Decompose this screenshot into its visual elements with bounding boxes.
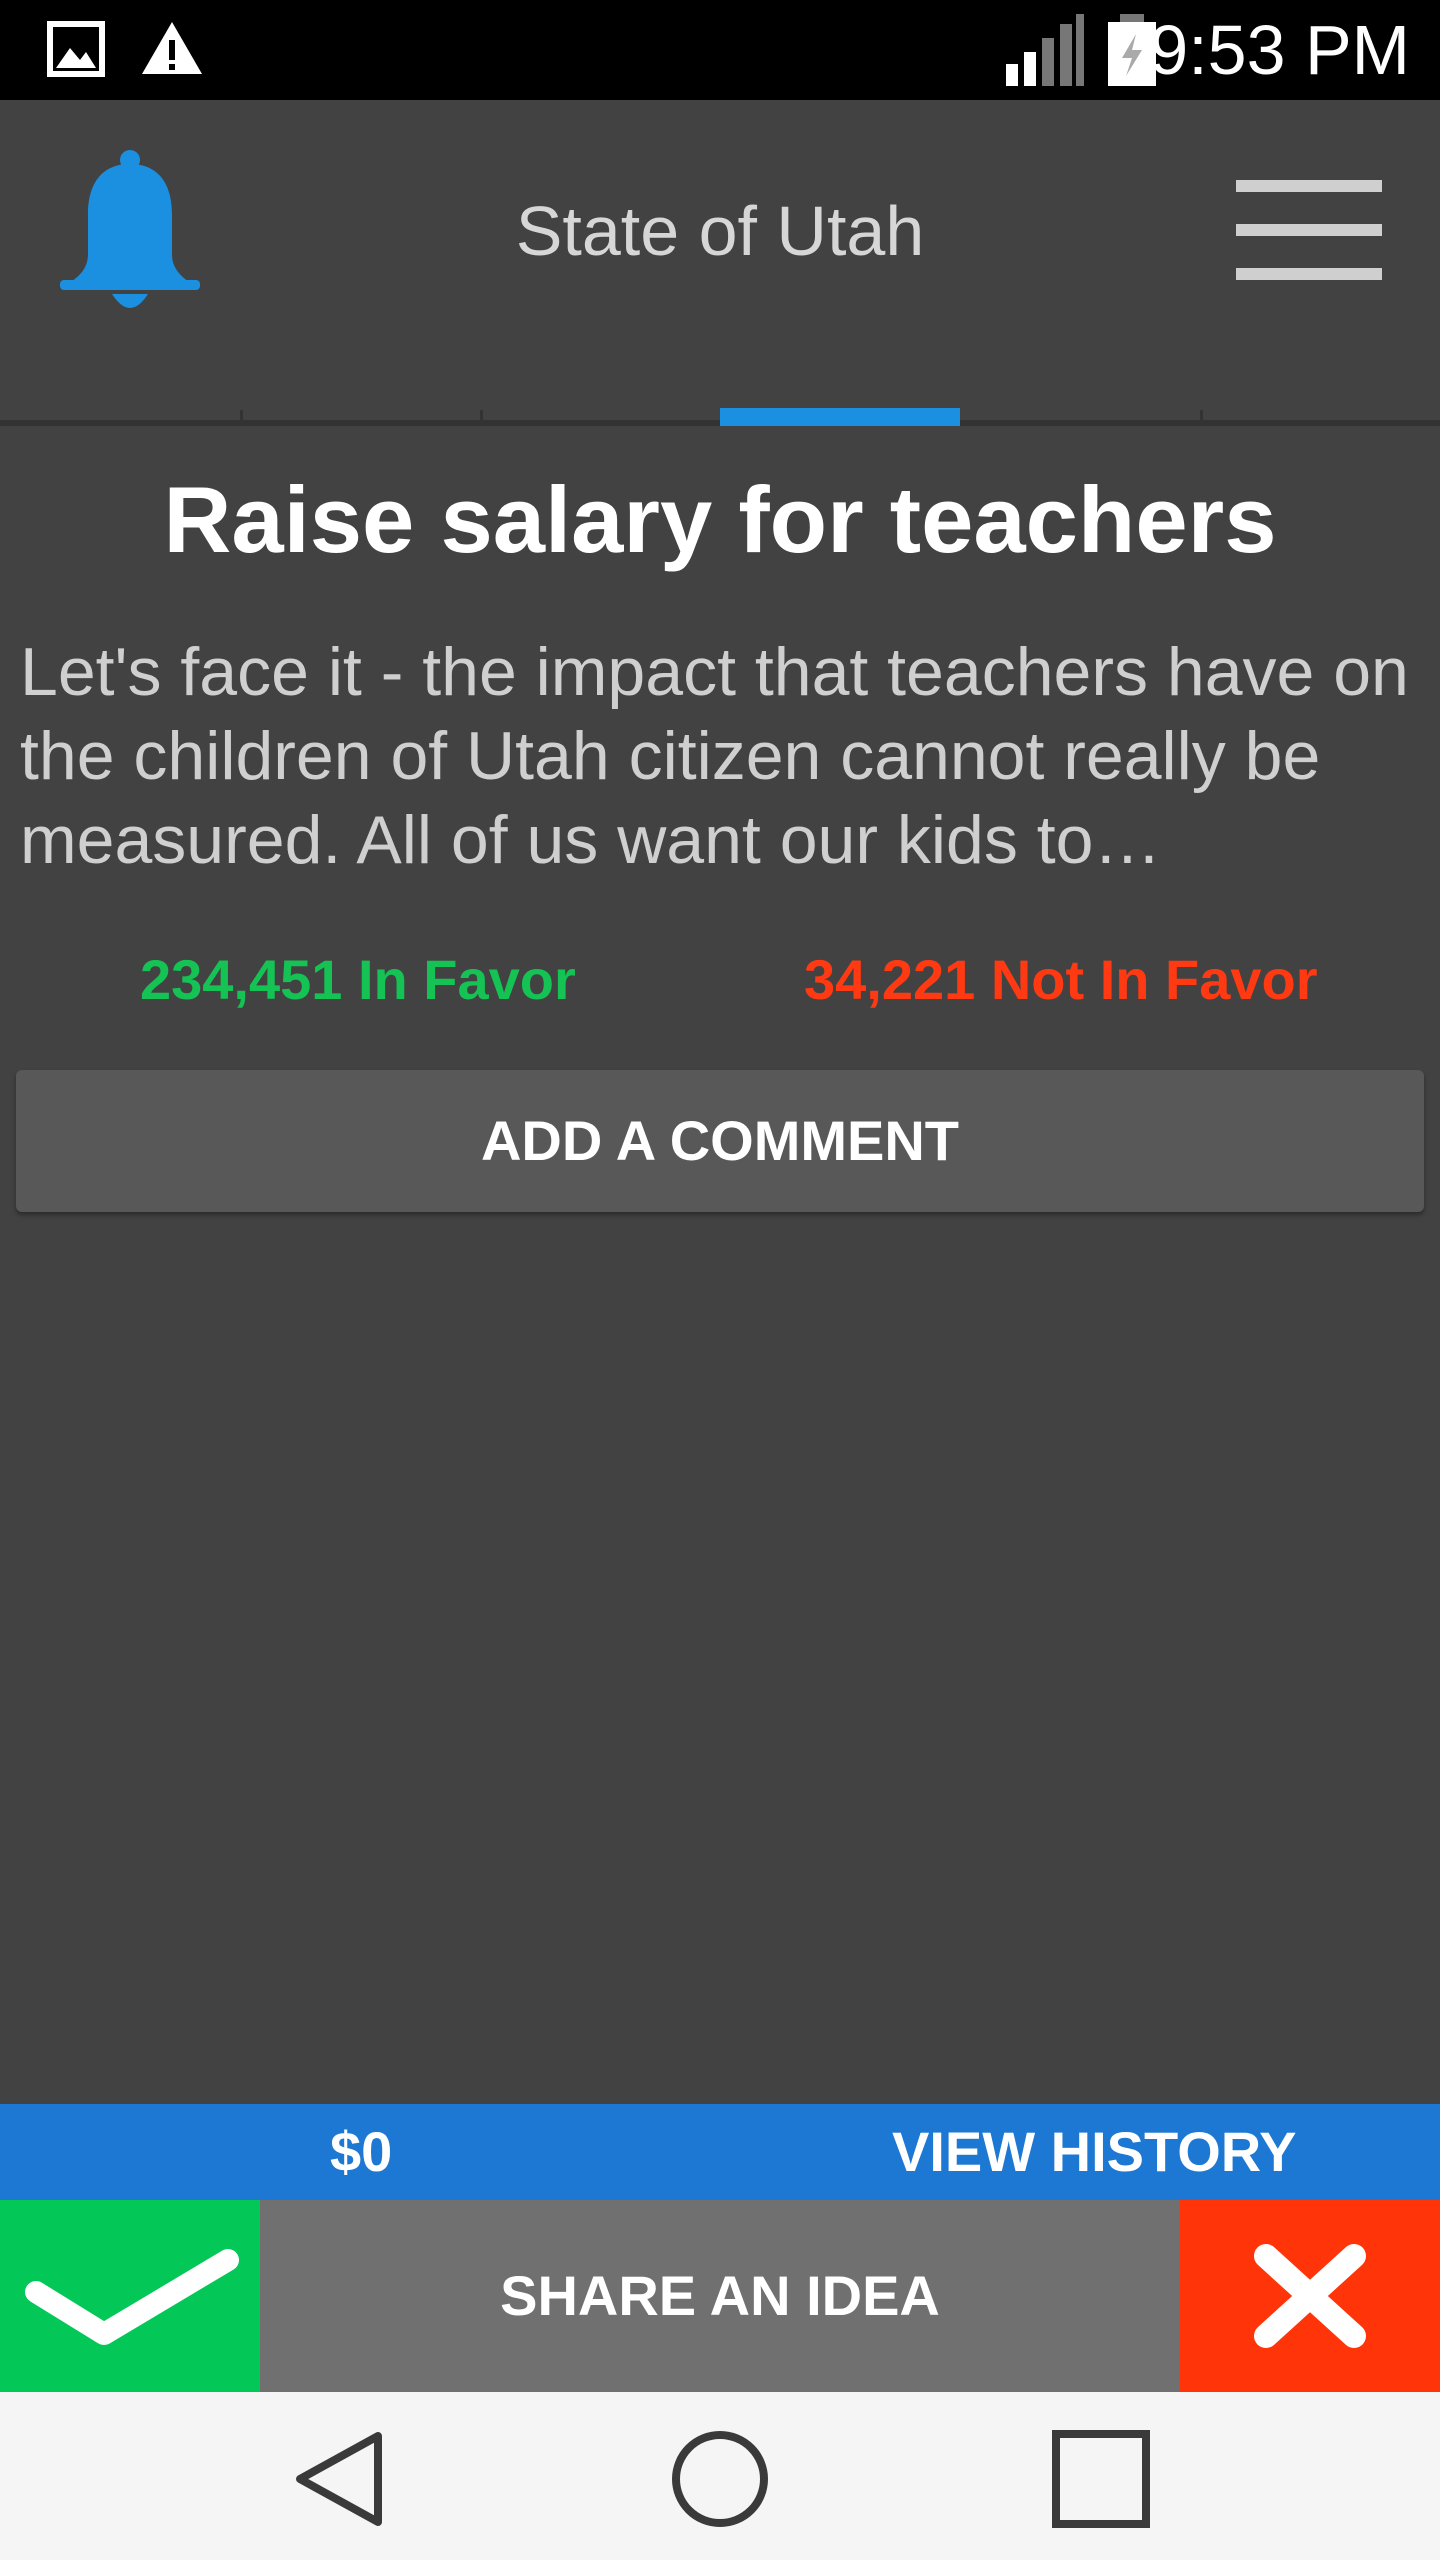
tab-6[interactable] bbox=[1200, 400, 1440, 430]
status-time: 9:53 PM bbox=[1149, 11, 1410, 89]
tab-5[interactable] bbox=[960, 400, 1200, 430]
close-icon bbox=[1254, 2244, 1366, 2348]
menu-icon[interactable] bbox=[1236, 180, 1382, 280]
signal-icon bbox=[1006, 14, 1084, 86]
approve-button[interactable] bbox=[0, 2200, 260, 2392]
tab-1[interactable] bbox=[0, 400, 240, 430]
system-nav-bar bbox=[0, 2392, 1440, 2560]
warning-icon bbox=[142, 22, 202, 74]
share-idea-button[interactable]: SHARE AN IDEA bbox=[260, 2200, 1180, 2392]
in-favor-count: 234,451 In Favor bbox=[140, 948, 576, 1011]
image-icon bbox=[47, 21, 105, 77]
balance-bar: $0 VIEW HISTORY bbox=[0, 2104, 1440, 2200]
reject-button[interactable] bbox=[1180, 2200, 1440, 2392]
home-icon[interactable] bbox=[665, 2424, 775, 2534]
not-in-favor-count: 34,221 Not In Favor bbox=[804, 948, 1318, 1011]
tab-2[interactable] bbox=[240, 400, 480, 430]
idea-description: Let's face it - the impact that teachers… bbox=[20, 634, 1409, 878]
status-bar: 9:53 PM bbox=[0, 0, 1440, 100]
tab-active-indicator bbox=[720, 408, 960, 426]
action-bar: SHARE AN IDEA bbox=[0, 2200, 1440, 2392]
view-history-button[interactable]: VIEW HISTORY bbox=[892, 2104, 1297, 2200]
balance-amount: $0 bbox=[330, 2120, 393, 2183]
tab-3[interactable] bbox=[480, 400, 720, 430]
checkmark-icon bbox=[25, 2249, 239, 2345]
app-title: State of Utah bbox=[515, 192, 925, 270]
back-icon[interactable] bbox=[286, 2424, 396, 2534]
idea-title: Raise salary for teachers bbox=[163, 467, 1277, 572]
add-comment-button[interactable]: ADD A COMMENT bbox=[16, 1070, 1424, 1212]
recents-icon[interactable] bbox=[1046, 2424, 1156, 2534]
